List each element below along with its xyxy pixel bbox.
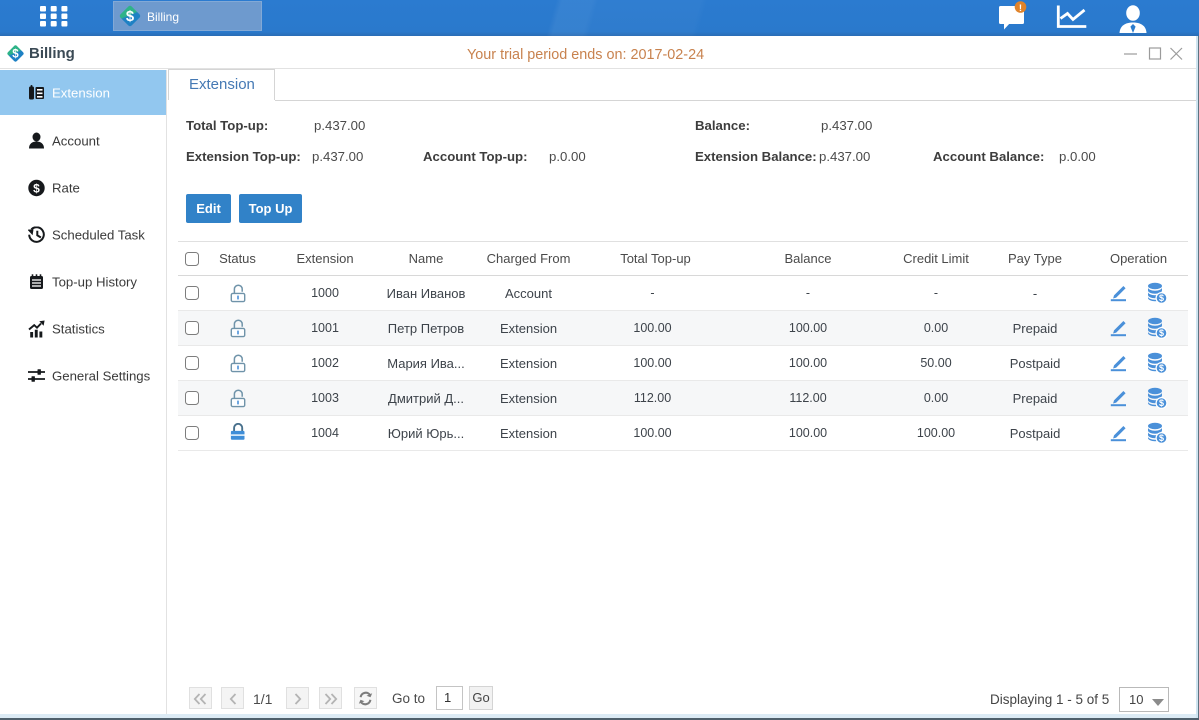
svg-text:$: $ [1159,363,1164,373]
svg-text:$: $ [1159,293,1164,303]
svg-text:$: $ [1159,328,1164,338]
svg-text:$: $ [1159,433,1164,443]
svg-text:$: $ [12,49,19,61]
svg-text:!: ! [1019,3,1022,14]
svg-text:$: $ [33,181,40,195]
svg-text:$: $ [1159,398,1164,408]
svg-text:$: $ [126,9,135,25]
